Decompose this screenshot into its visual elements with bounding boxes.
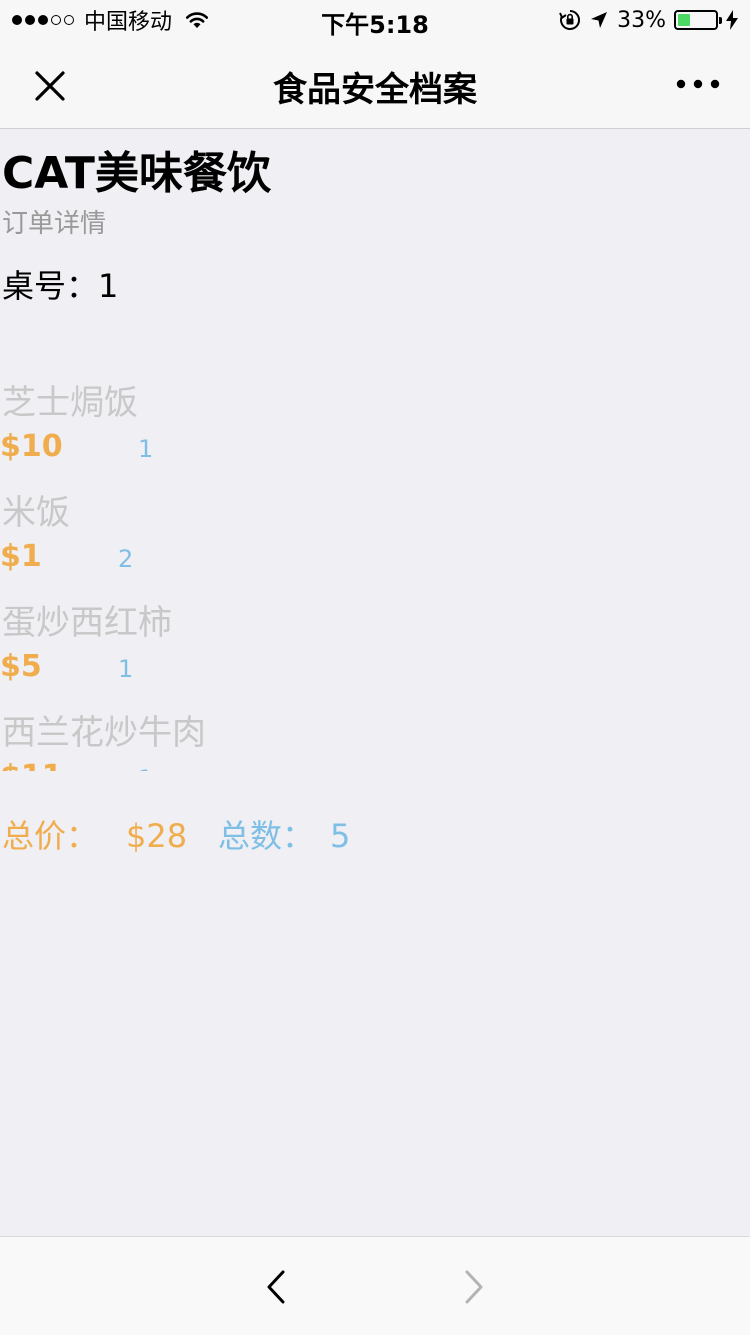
bottom-toolbar xyxy=(0,1236,750,1335)
item-quantity: 1 xyxy=(138,435,154,463)
location-arrow-icon xyxy=(591,12,608,28)
order-item: 米饭 $1 2 xyxy=(0,475,750,585)
battery-fill xyxy=(678,14,690,26)
chevron-left-icon xyxy=(267,1270,285,1304)
order-item: 西兰花炒牛肉 $11 1 xyxy=(0,695,750,771)
restaurant-name: CAT美味餐饮 xyxy=(2,148,271,199)
item-name: 芝士焗饭 xyxy=(2,383,138,423)
item-name: 米饭 xyxy=(2,493,70,533)
total-price: 总价： $28 xyxy=(2,811,187,857)
item-price: $10 xyxy=(0,429,63,464)
more-dots-icon xyxy=(676,79,720,89)
nav-bar: 食品安全档案 xyxy=(0,40,750,129)
total-count-value: 5 xyxy=(330,817,351,855)
total-count-label: 总数： xyxy=(218,817,315,855)
page-title: 食品安全档案 xyxy=(273,70,477,110)
order-item: 蛋炒西红柿 $5 1 xyxy=(0,585,750,695)
item-quantity: 2 xyxy=(118,545,134,573)
item-price: $1 xyxy=(0,539,42,574)
item-name: 蛋炒西红柿 xyxy=(2,603,172,643)
status-right: 33% xyxy=(559,6,738,34)
back-button[interactable] xyxy=(252,1263,300,1311)
forward-button[interactable] xyxy=(450,1263,498,1311)
chevron-right-icon xyxy=(465,1270,483,1304)
table-number-label: 桌号： xyxy=(2,267,99,305)
table-number: 桌号：1 xyxy=(2,261,118,307)
item-price: $5 xyxy=(0,649,42,684)
item-name: 西兰花炒牛肉 xyxy=(2,713,206,753)
order-item: 芝士焗饭 $10 1 xyxy=(0,365,750,475)
total-price-value: $28 xyxy=(126,817,188,855)
item-price: $11 xyxy=(0,759,63,771)
more-options-button[interactable] xyxy=(670,66,726,102)
item-quantity: 1 xyxy=(118,655,134,683)
status-bar: 中国移动 下午5:18 33% xyxy=(0,0,750,40)
charging-bolt-icon xyxy=(726,10,738,30)
battery-icon xyxy=(674,10,722,30)
item-quantity: 1 xyxy=(138,765,153,771)
total-count: 总数： 5 xyxy=(218,811,350,857)
total-price-label: 总价： xyxy=(2,817,99,855)
battery-percent: 33% xyxy=(617,7,666,33)
orientation-lock-icon xyxy=(559,10,581,30)
order-detail-subtitle: 订单详情 xyxy=(2,209,107,239)
order-item-list[interactable]: 芝士焗饭 $10 1 米饭 $1 2 蛋炒西红柿 $5 1 西兰花炒牛肉 $11… xyxy=(0,365,750,771)
table-number-value: 1 xyxy=(98,267,119,305)
